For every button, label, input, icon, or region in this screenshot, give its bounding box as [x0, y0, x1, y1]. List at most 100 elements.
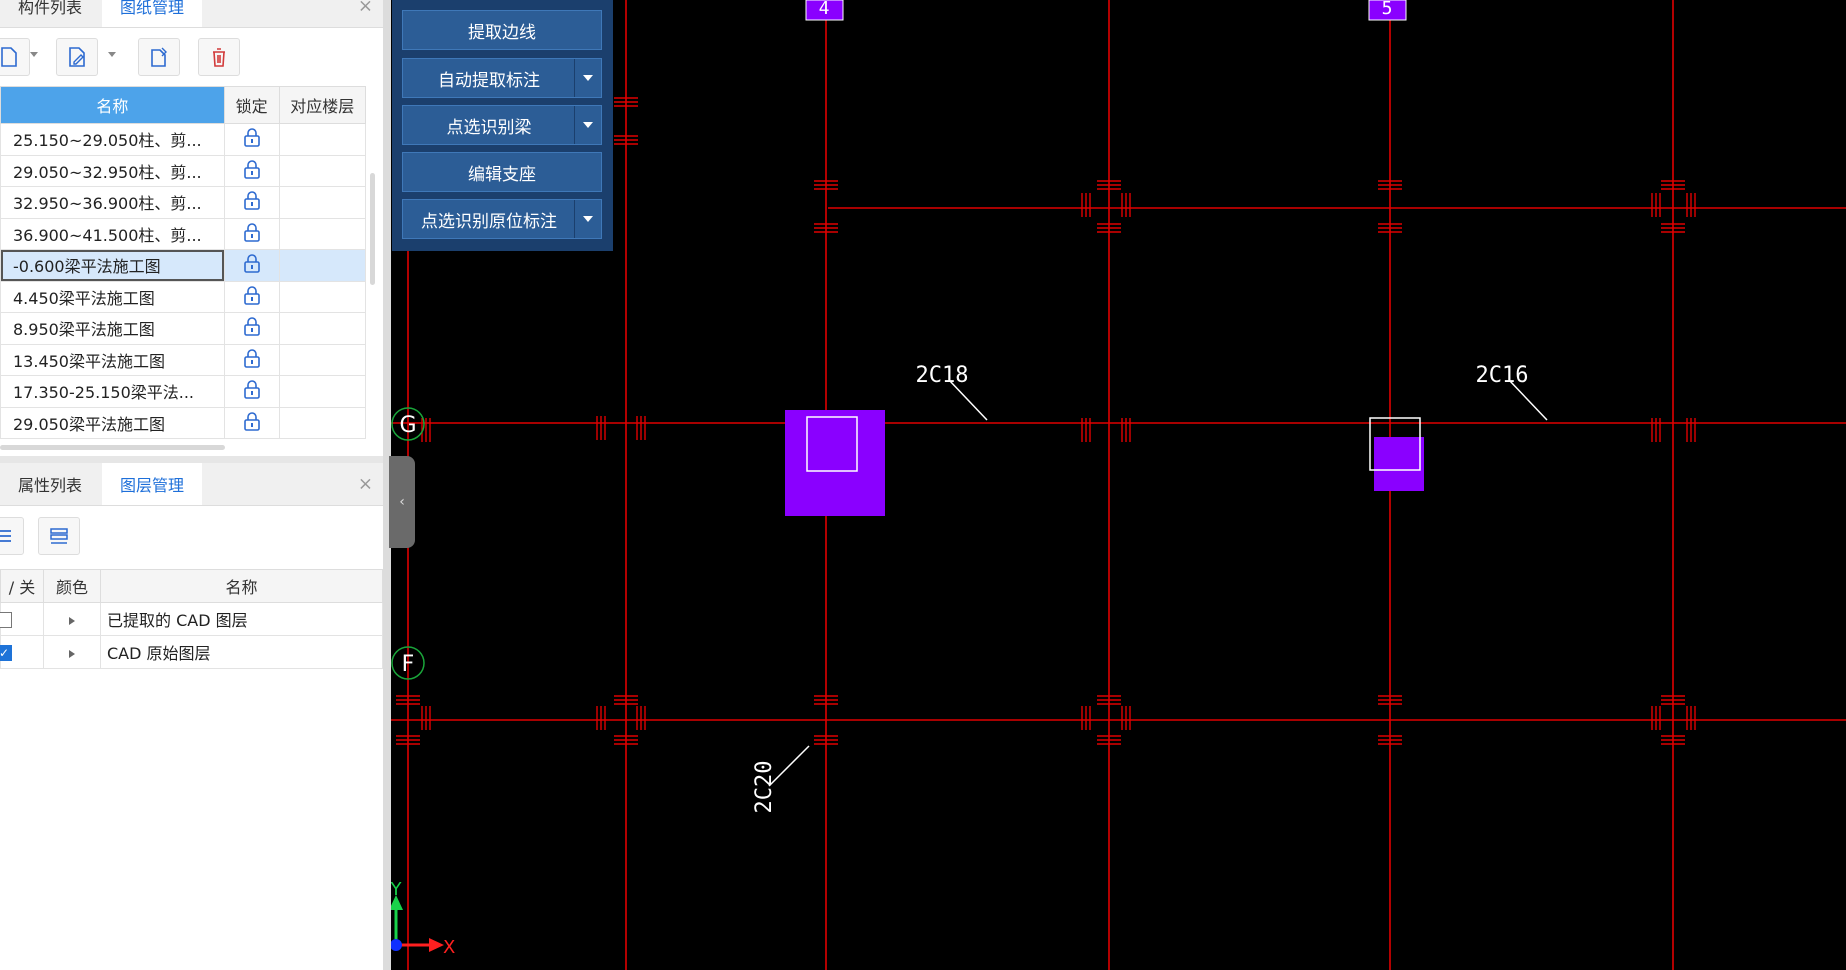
table-row[interactable]: 17.350-25.150梁平法... — [0, 375, 367, 408]
drawing-name-cell[interactable]: 29.050~32.950柱、剪... — [0, 154, 225, 187]
recognition-menu: 提取边线自动提取标注 点选识别梁编辑支座点选识别原位标注 — [392, 0, 613, 251]
dropdown-arrow-button[interactable] — [574, 59, 601, 97]
tab-layer-management[interactable]: 图层管理 — [102, 463, 202, 505]
menu-button-0[interactable]: 提取边线 — [402, 10, 602, 50]
sheet-toolbar — [0, 30, 383, 86]
lock-icon — [243, 128, 260, 148]
menu-button-2[interactable]: 点选识别梁 — [402, 105, 602, 145]
rebar-annotation[interactable]: 2C16 — [1476, 363, 1529, 388]
floor-cell[interactable] — [278, 406, 367, 439]
lock-toggle[interactable] — [223, 249, 280, 282]
export-drawing-button[interactable] — [138, 38, 180, 76]
lock-toggle[interactable] — [223, 280, 280, 313]
lock-icon — [243, 222, 260, 242]
file-add-icon — [1, 47, 17, 67]
layers-icon — [0, 530, 11, 542]
table-row[interactable]: 25.150~29.050柱、剪... — [0, 123, 367, 156]
menu-button-1[interactable]: 自动提取标注 — [402, 58, 602, 98]
drawing-name-cell[interactable]: 17.350-25.150梁平法... — [0, 375, 225, 408]
add-drawing-button[interactable] — [0, 38, 30, 76]
table-row[interactable]: 8.950梁平法施工图 — [0, 312, 367, 345]
menu-button-label: 编辑支座 — [468, 164, 536, 185]
column-element[interactable] — [785, 410, 885, 516]
floor-cell[interactable] — [278, 186, 367, 219]
lock-icon — [243, 191, 260, 211]
column-header-name[interactable]: 名称 — [0, 86, 225, 124]
table-row[interactable]: 13.450梁平法施工图 — [0, 343, 367, 376]
tab-drawing-management[interactable]: 图纸管理 — [102, 0, 202, 27]
lock-toggle[interactable] — [223, 217, 280, 250]
drawing-name-cell[interactable]: 4.450梁平法施工图 — [0, 280, 225, 313]
axis-label-4: 4 — [819, 0, 830, 19]
column-header-lock[interactable]: 锁定 — [223, 86, 280, 124]
collapse-panel-button[interactable]: ‹ — [389, 456, 415, 548]
lock-toggle[interactable] — [223, 123, 280, 156]
rebar-annotation[interactable]: 2C18 — [916, 363, 969, 388]
drawing-name-cell[interactable]: 25.150~29.050柱、剪... — [0, 123, 225, 156]
layer-row[interactable]: ✓ CAD 原始图层 — [0, 635, 383, 669]
table-row[interactable]: 36.900~41.500柱、剪... — [0, 217, 367, 250]
layer-visibility-checkbox[interactable]: ✓ — [0, 645, 12, 661]
drawing-name-cell[interactable]: 8.950梁平法施工图 — [0, 312, 225, 345]
layer-toggle-cell: ✓ — [0, 635, 44, 669]
floor-cell[interactable] — [278, 249, 367, 282]
floor-cell[interactable] — [278, 343, 367, 376]
table-row[interactable]: 4.450梁平法施工图 — [0, 280, 367, 313]
dropdown-arrow-button[interactable] — [574, 200, 601, 238]
horizontal-scrollbar[interactable] — [0, 445, 225, 450]
tab-component-list[interactable]: 构件列表 — [0, 0, 100, 27]
layer-list-button[interactable] — [38, 517, 80, 555]
vertical-scrollbar[interactable] — [370, 173, 375, 285]
menu-button-3[interactable]: 编辑支座 — [402, 152, 602, 192]
layer-name-cell[interactable]: CAD 原始图层 — [100, 635, 383, 669]
bottom-tabbar: 属性列表 图层管理 × — [0, 463, 383, 506]
trash-icon — [213, 48, 225, 67]
dropdown-arrow-button[interactable] — [574, 106, 601, 144]
layer-table: / 关 颜色 名称 已提取的 CAD 图层 ✓ CAD 原始图层 — [0, 569, 383, 669]
edit-drawing-button[interactable] — [56, 38, 98, 76]
layer-row[interactable]: 已提取的 CAD 图层 — [0, 602, 383, 636]
lock-toggle[interactable] — [223, 343, 280, 376]
layer-visibility-checkbox[interactable] — [0, 612, 12, 628]
lock-toggle[interactable] — [223, 406, 280, 439]
layer-tool-button[interactable] — [0, 517, 24, 555]
floor-cell[interactable] — [278, 217, 367, 250]
menu-button-4[interactable]: 点选识别原位标注 — [402, 199, 602, 239]
table-row[interactable]: 29.050~32.950柱、剪... — [0, 154, 367, 187]
delete-drawing-button[interactable] — [198, 38, 240, 76]
chevron-down-icon[interactable] — [30, 52, 38, 57]
floor-cell[interactable] — [278, 123, 367, 156]
column-element[interactable] — [1374, 437, 1424, 491]
floor-cell[interactable] — [278, 154, 367, 187]
drawing-name-cell[interactable]: 13.450梁平法施工图 — [0, 343, 225, 376]
layer-name-cell[interactable]: 已提取的 CAD 图层 — [100, 602, 383, 636]
lock-icon — [243, 380, 260, 400]
column-header-floor[interactable]: 对应楼层 — [278, 86, 367, 124]
lock-toggle[interactable] — [223, 375, 280, 408]
lock-toggle[interactable] — [223, 154, 280, 187]
lock-toggle[interactable] — [223, 312, 280, 345]
drawing-name-cell[interactable]: 32.950~36.900柱、剪... — [0, 186, 225, 219]
table-row[interactable]: 32.950~36.900柱、剪... — [0, 186, 367, 219]
rebar-annotation[interactable]: 2C20 — [752, 761, 777, 814]
table-row[interactable]: 29.050梁平法施工图 — [0, 406, 367, 439]
tab-property-list[interactable]: 属性列表 — [0, 463, 100, 505]
close-icon[interactable]: × — [358, 0, 373, 17]
drawing-name-cell[interactable]: -0.600梁平法施工图 — [0, 249, 225, 282]
floor-cell[interactable] — [278, 375, 367, 408]
close-icon[interactable]: × — [358, 474, 373, 495]
lock-toggle[interactable] — [223, 186, 280, 219]
floor-cell[interactable] — [278, 280, 367, 313]
expand-icon[interactable] — [69, 649, 75, 658]
drawing-table: 名称 锁定 对应楼层 25.150~29.050柱、剪... 29.050~32.… — [0, 86, 367, 439]
table-row[interactable]: -0.600梁平法施工图 — [0, 249, 367, 282]
drawing-name-cell[interactable]: 29.050梁平法施工图 — [0, 406, 225, 439]
panel-splitter[interactable] — [0, 456, 383, 463]
chevron-down-icon[interactable] — [108, 52, 116, 57]
expand-icon[interactable] — [69, 616, 75, 625]
menu-button-label: 点选识别原位标注 — [421, 211, 557, 232]
drawing-name-cell[interactable]: 36.900~41.500柱、剪... — [0, 217, 225, 250]
ucs-origin — [391, 939, 402, 951]
lock-icon — [243, 411, 260, 431]
floor-cell[interactable] — [278, 312, 367, 345]
